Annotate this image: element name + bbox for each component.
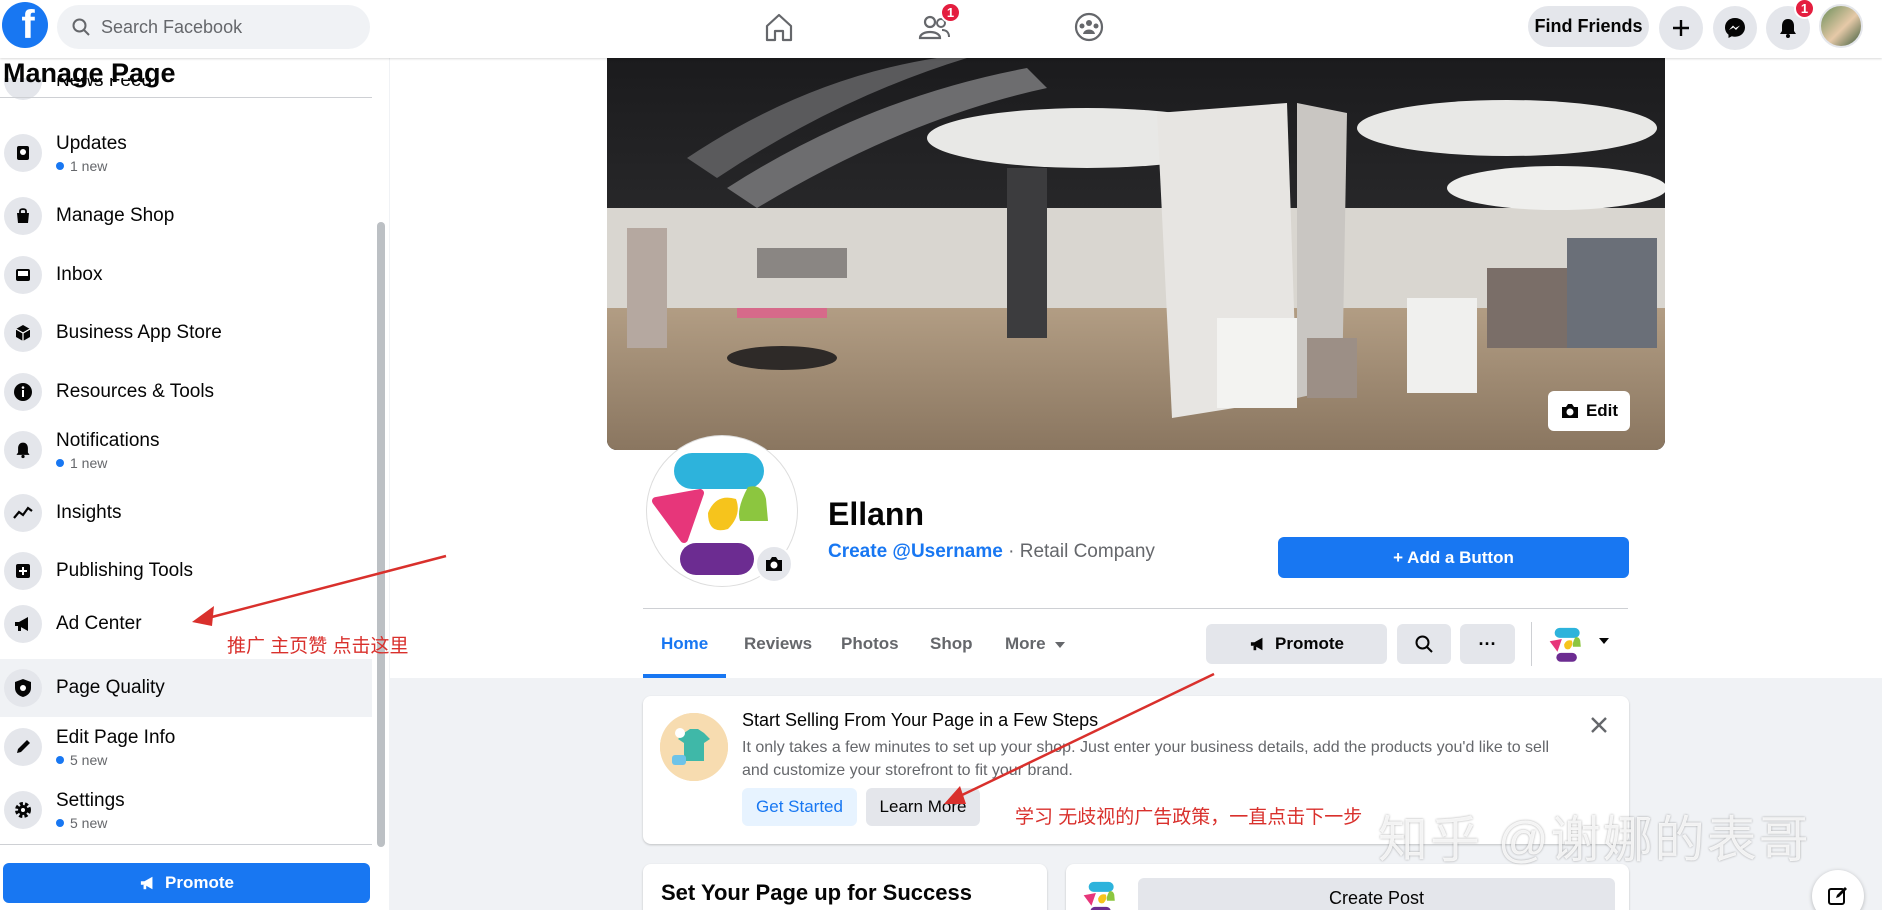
sidebar-title: Manage Page: [3, 58, 176, 88]
groups-icon[interactable]: [1072, 10, 1106, 44]
annotation-arrows: [192, 554, 1215, 804]
messenger-button[interactable]: [1713, 6, 1757, 50]
friends-badge: 1: [940, 2, 961, 23]
search-input[interactable]: Search Facebook: [57, 5, 370, 49]
search-icon: [72, 18, 90, 36]
watermark: 知乎 @谢娜的表哥: [1378, 812, 1811, 868]
create-plus-button[interactable]: [1659, 6, 1703, 50]
account-avatar[interactable]: [1819, 4, 1863, 48]
messenger-icon: [1725, 18, 1745, 38]
top-navigation-bar: f Search Facebook 1 Find Friends 1: [0, 0, 1882, 58]
plus-icon: [1673, 20, 1689, 36]
compose-icon: [1828, 887, 1847, 905]
annotation-left: 推广 主页赞 点击这里: [227, 636, 409, 657]
facebook-logo[interactable]: f: [2, 2, 48, 48]
bell-icon: [1780, 19, 1796, 38]
search-placeholder: Search Facebook: [101, 16, 243, 37]
find-friends-button[interactable]: Find Friends: [1528, 6, 1649, 47]
notifications-badge: 1: [1794, 0, 1815, 19]
facebook-logo-letter: f: [21, 3, 35, 47]
annotation-right: 学习 无歧视的广告政策，一直点击下一步: [1015, 807, 1363, 828]
home-icon[interactable]: [762, 10, 796, 44]
